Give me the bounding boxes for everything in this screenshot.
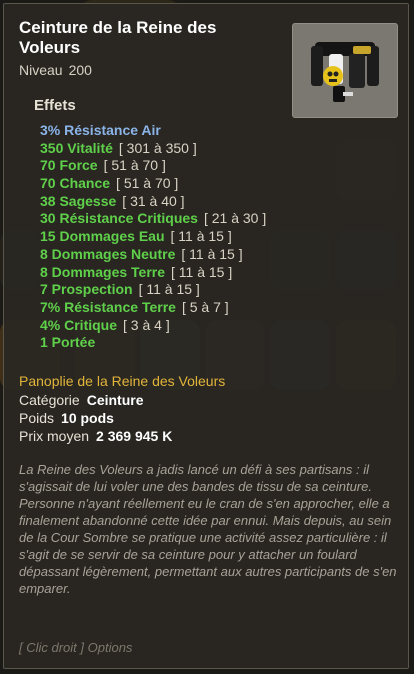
- effect-line: 4% Critique [ 3 à 4 ]: [40, 317, 266, 335]
- options-hint: [ Clic droit ] Options: [19, 640, 133, 655]
- effect-line: 350 Vitalité [ 301 à 350 ]: [40, 140, 266, 158]
- effect-range: [ 301 à 350 ]: [118, 139, 197, 156]
- effect-range: [ 11 à 15 ]: [170, 228, 232, 245]
- effect-value: 7% Résistance Terre: [40, 298, 176, 315]
- effect-value: 38 Sagesse: [40, 192, 117, 209]
- effect-range: [ 11 à 15 ]: [181, 245, 243, 262]
- effect-range: [ 21 à 30 ]: [203, 210, 267, 227]
- effect-value: 8 Dommages Neutre: [40, 245, 176, 262]
- effect-range: [ 11 à 15 ]: [171, 263, 233, 280]
- effect-line: 15 Dommages Eau [ 11 à 15 ]: [40, 228, 266, 246]
- price-row: Prix moyen 2 369 945 K: [19, 428, 172, 444]
- item-description: La Reine des Voleurs a jadis lancé un dé…: [19, 462, 397, 596]
- effect-line: 70 Force [ 51 à 70 ]: [40, 157, 266, 175]
- effect-value: 30 Résistance Critiques: [40, 210, 198, 227]
- effect-range: [ 5 à 7 ]: [181, 298, 229, 315]
- item-name: Ceinture de la Reine des Voleurs: [19, 18, 217, 57]
- effect-range: [ 31 à 40 ]: [122, 192, 185, 209]
- effect-line: 38 Sagesse [ 31 à 40 ]: [40, 193, 266, 211]
- effect-line: 3% Résistance Air: [40, 122, 266, 140]
- effect-value: 4% Critique: [40, 316, 118, 333]
- effect-line: 8 Dommages Neutre [ 11 à 15 ]: [40, 246, 266, 264]
- effect-value: 3% Résistance Air: [40, 122, 161, 138]
- effect-value: 7 Prospection: [40, 281, 133, 298]
- item-level: Niveau 200: [19, 62, 92, 78]
- weight-label: Poids: [19, 410, 55, 426]
- effect-line: 8 Dommages Terre [ 11 à 15 ]: [40, 264, 266, 282]
- price-label: Prix moyen: [19, 428, 90, 444]
- effect-value: 1 Portée: [40, 334, 96, 351]
- weight-row: Poids 10 pods: [19, 410, 114, 426]
- weight-value: 10 pods: [61, 410, 114, 426]
- effect-line: 7% Résistance Terre [ 5 à 7 ]: [40, 299, 266, 317]
- effects-list: 3% Résistance Air 350 Vitalité [ 301 à 350…: [40, 122, 266, 352]
- effect-range: [ 51 à 70 ]: [103, 157, 166, 174]
- effect-value: 70 Force: [40, 157, 98, 174]
- effect-line: 30 Résistance Critiques [ 21 à 30 ]: [40, 210, 266, 228]
- effect-value: 8 Dommages Terre: [40, 263, 166, 280]
- effect-line: 1 Portée: [40, 334, 266, 352]
- level-label: Niveau: [19, 62, 63, 78]
- category-value: Ceinture: [86, 392, 144, 408]
- price-value: 2 369 945 K: [96, 428, 173, 444]
- category-row: Catégorie Ceinture: [19, 392, 144, 408]
- level-value: 200: [68, 62, 92, 78]
- effect-value: 350 Vitalité: [40, 139, 113, 156]
- effect-value: 15 Dommages Eau: [40, 228, 165, 245]
- effect-range: [ 51 à 70 ]: [116, 175, 179, 192]
- effect-line: 7 Prospection [ 11 à 15 ]: [40, 281, 266, 299]
- effect-range: [ 3 à 4 ]: [123, 316, 170, 333]
- belt-item-icon: [292, 23, 398, 118]
- set-link[interactable]: Panoplie de la Reine des Voleurs: [19, 373, 225, 389]
- item-tooltip: Ceinture de la Reine des Voleurs Niveau 2…: [3, 3, 409, 669]
- effect-range: [ 11 à 15 ]: [138, 281, 200, 298]
- effects-title: Effets: [34, 97, 76, 114]
- effect-line: 70 Chance [ 51 à 70 ]: [40, 175, 266, 193]
- category-label: Catégorie: [19, 392, 80, 408]
- effect-value: 70 Chance: [40, 175, 111, 192]
